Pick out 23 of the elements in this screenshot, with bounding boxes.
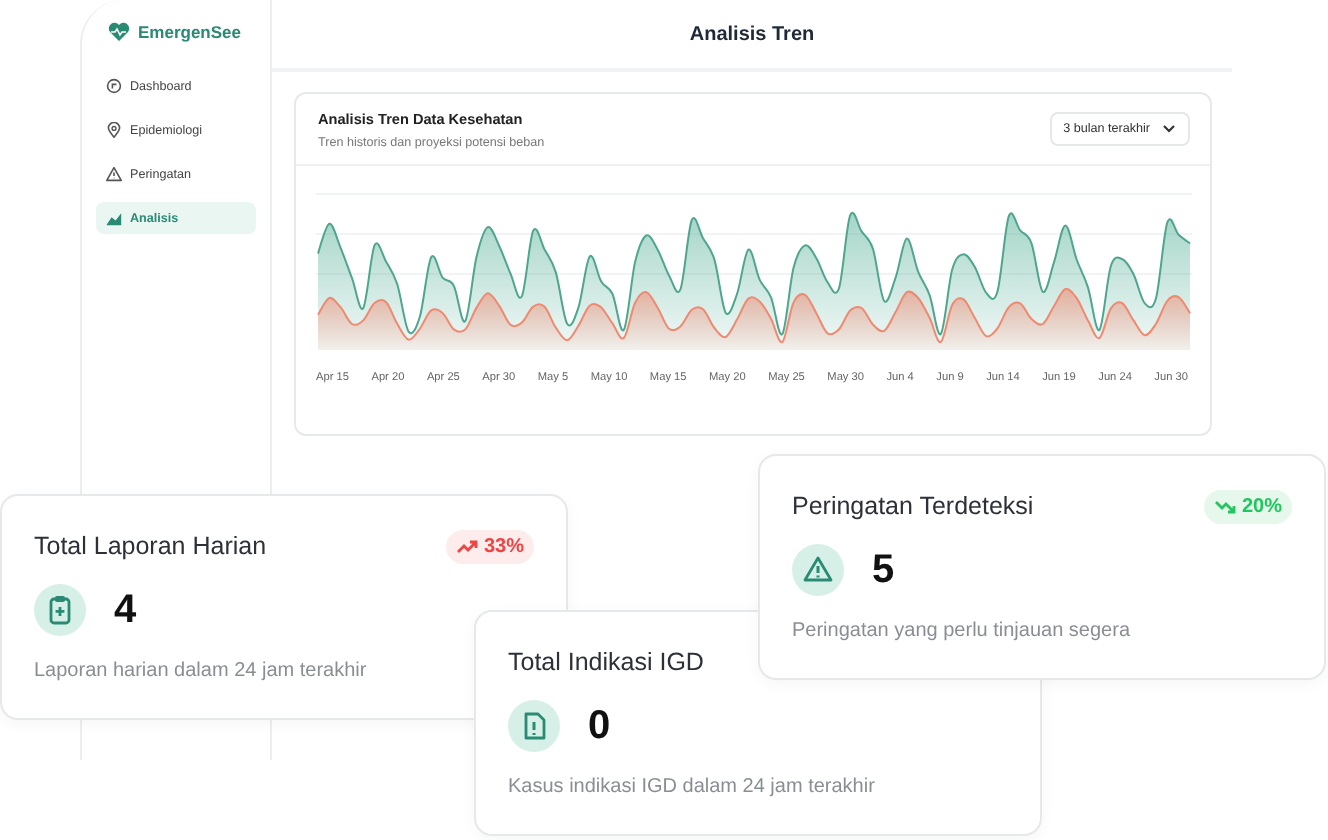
card-title: Total Indikasi IGD xyxy=(508,648,704,676)
warning-icon xyxy=(792,544,844,596)
stat-value: 5 xyxy=(872,547,895,593)
trend-badge: 33% xyxy=(445,529,534,563)
dashboard-icon xyxy=(106,78,122,94)
document-alert-icon xyxy=(508,700,560,752)
chart-icon xyxy=(106,210,122,226)
stat-value: 0 xyxy=(588,703,611,749)
chevron-down-icon xyxy=(1162,124,1176,134)
heart-pulse-icon xyxy=(108,22,130,42)
card-title: Peringatan Terdeteksi xyxy=(792,492,1034,520)
trend-badge: 20% xyxy=(1203,489,1292,523)
card-title: Total Laporan Harian xyxy=(34,532,267,560)
card-description: Kasus indikasi IGD dalam 24 jam terakhir xyxy=(508,776,877,798)
trend-down-icon xyxy=(1213,497,1236,515)
trend-up-icon xyxy=(455,537,478,555)
stat-value: 4 xyxy=(114,587,137,633)
clipboard-plus-icon xyxy=(34,584,86,636)
page-title: Analisis Tren xyxy=(689,23,815,45)
location-pin-icon xyxy=(106,122,122,138)
warning-icon xyxy=(106,166,122,182)
brand-name: EmergenSee xyxy=(138,22,241,42)
card-description: Peringatan yang perlu tinjauan segera xyxy=(792,620,1133,642)
